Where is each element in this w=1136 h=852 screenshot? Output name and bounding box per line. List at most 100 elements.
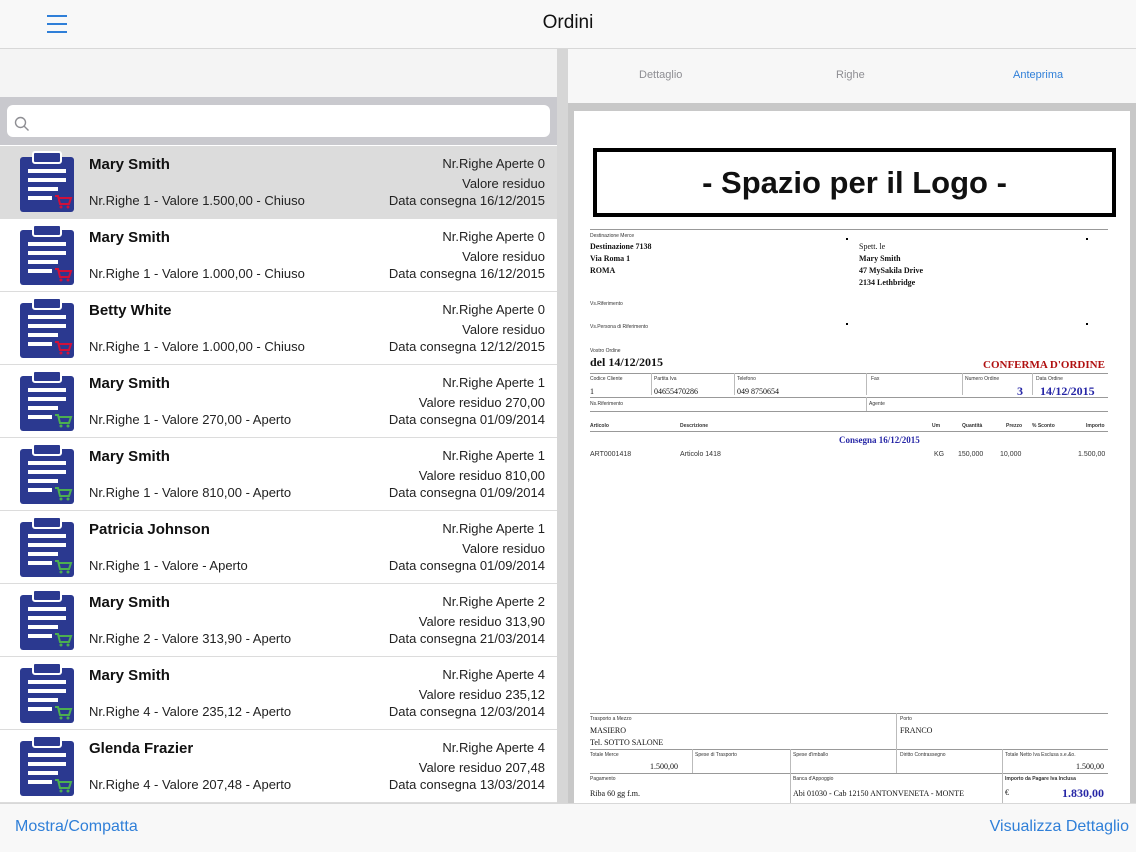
line-descrizione: Articolo 1418 xyxy=(680,451,721,458)
tab-anteprima[interactable]: Anteprima xyxy=(1013,69,1063,81)
diritto-label: Diritto Contrassegno xyxy=(900,752,946,758)
col-descrizione: Descrizione xyxy=(680,423,709,429)
trasporto: MASIERO xyxy=(590,726,627,735)
order-summary: Nr.Righe 1 - Valore - Aperto xyxy=(89,558,248,573)
h-piva: Partita Iva xyxy=(654,376,677,382)
totale-merce: 1.500,00 xyxy=(650,762,678,771)
totale-merce-label: Totale Merce xyxy=(590,752,619,758)
clipboard-order-icon xyxy=(20,370,74,431)
importo-label: Importo da Pagare Iva Inclusa xyxy=(1005,776,1076,782)
delivery-date: Data consegna 01/09/2014 xyxy=(388,412,545,427)
h-telefono: Telefono xyxy=(737,376,756,382)
col-prezzo: Prezzo xyxy=(1006,423,1023,429)
order-row[interactable]: Mary Smith Nr.Righe 1 - Valore 1.500,00 … xyxy=(0,146,557,219)
dest-label: Destinazione Merce xyxy=(590,233,635,239)
h-data: Data Ordine xyxy=(1036,376,1063,382)
dest-name: Destinazione 7138 xyxy=(590,242,652,251)
order-row[interactable]: Mary Smith Nr.Righe 4 - Valore 235,12 - … xyxy=(0,657,557,730)
dest-city: ROMA xyxy=(590,266,616,275)
order-list: Mary Smith Nr.Righe 1 - Valore 1.500,00 … xyxy=(0,146,557,803)
order-summary: Nr.Righe 1 - Valore 1.500,00 - Chiuso xyxy=(89,193,305,208)
tab-dettaglio[interactable]: Dettaglio xyxy=(639,69,682,81)
search-input[interactable] xyxy=(7,105,550,137)
order-summary: Nr.Righe 2 - Valore 313,90 - Aperto xyxy=(89,631,292,646)
customer-name: Patricia Johnson xyxy=(89,521,210,538)
orders-panel: Mary Smith Nr.Righe 1 - Valore 1.500,00 … xyxy=(0,49,557,803)
open-lines: Nr.Righe Aperte 0 xyxy=(442,229,545,244)
clipboard-order-icon xyxy=(20,589,74,650)
clipboard-order-icon xyxy=(20,443,74,504)
line-um: KG xyxy=(934,451,945,458)
customer-name: Mary Smith xyxy=(89,375,170,392)
vs-riferimento: Vs.Riferimento xyxy=(590,301,623,307)
clipboard-order-icon xyxy=(20,224,74,285)
order-row[interactable]: Glenda Frazier Nr.Righe 4 - Valore 207,4… xyxy=(0,730,557,803)
tel-sotto-salone: Tel. SOTTO SALONE xyxy=(590,738,664,747)
h-codice: Codice Cliente xyxy=(590,376,623,382)
pagamento: Riba 60 gg f.m. xyxy=(590,789,640,798)
tab-righe[interactable]: Righe xyxy=(836,69,865,81)
order-row[interactable]: Mary Smith Nr.Righe 1 - Valore 1.000,00 … xyxy=(0,219,557,292)
order-document: - Spazio per il Logo - Destinazione Merc… xyxy=(574,111,1130,803)
telefono: 049 8750654 xyxy=(737,387,779,396)
ordine-date: del 14/12/2015 xyxy=(590,355,664,369)
mostra-compatta-button[interactable]: Mostra/Compatta xyxy=(15,818,138,836)
logo-placeholder: - Spazio per il Logo - xyxy=(593,148,1116,217)
open-lines: Nr.Righe Aperte 1 xyxy=(442,521,545,536)
col-articolo: Articolo xyxy=(590,423,609,429)
customer-name: Mary Smith xyxy=(89,667,170,684)
order-summary: Nr.Righe 4 - Valore 235,12 - Aperto xyxy=(89,704,292,719)
segmented-tabs: Dettaglio Righe Anteprima xyxy=(568,49,1136,103)
spett-label: Spett. le xyxy=(859,242,886,251)
importo-totale: 1.830,00 xyxy=(1062,786,1104,800)
order-row[interactable]: Mary Smith Nr.Righe 1 - Valore 270,00 - … xyxy=(0,365,557,438)
banca: Abi 01030 - Cab 12150 ANTONVENETA - MONT… xyxy=(793,789,964,798)
line-prezzo: 10,000 xyxy=(1000,451,1022,458)
order-summary: Nr.Righe 4 - Valore 207,48 - Aperto xyxy=(89,777,292,792)
spese-imballo-label: Spese d'imballo xyxy=(793,752,829,758)
visualizza-dettaglio-button[interactable]: Visualizza Dettaglio xyxy=(990,818,1129,836)
delivery-date: Data consegna 13/03/2014 xyxy=(388,777,545,792)
residual-value: Valore residuo 207,48 xyxy=(418,760,545,775)
vostro-ordine-label: Vostro Ordine xyxy=(590,348,621,354)
residual-value: Valore residuo 270,00 xyxy=(418,395,545,410)
line-quantita: 150,000 xyxy=(958,451,984,458)
delivery-date: Data consegna 21/03/2014 xyxy=(388,631,545,646)
clipboard-order-icon xyxy=(20,516,74,577)
trasporto-label: Trasporto a Mezzo xyxy=(590,716,632,722)
spese-trasporto-label: Spese di Trasporto xyxy=(695,752,737,758)
order-row[interactable]: Mary Smith Nr.Righe 1 - Valore 810,00 - … xyxy=(0,438,557,511)
agente: Agente xyxy=(869,401,885,407)
open-lines: Nr.Righe Aperte 2 xyxy=(442,594,545,609)
delivery-date: Data consegna 16/12/2015 xyxy=(388,193,545,208)
open-lines: Nr.Righe Aperte 4 xyxy=(442,740,545,755)
bottom-toolbar: Mostra/Compatta Visualizza Dettaglio xyxy=(0,803,1136,852)
residual-value: Valore residuo 235,12 xyxy=(418,687,545,702)
delivery-date: Data consegna 01/09/2014 xyxy=(388,558,545,573)
order-row[interactable]: Patricia Johnson Nr.Righe 1 - Valore - A… xyxy=(0,511,557,584)
delivery-date: Data consegna 12/03/2014 xyxy=(388,704,545,719)
order-row[interactable]: Mary Smith Nr.Righe 2 - Valore 313,90 - … xyxy=(0,584,557,657)
residual-value: Valore residuo xyxy=(462,541,545,556)
preview-area[interactable]: - Spazio per il Logo - Destinazione Merc… xyxy=(568,103,1136,803)
customer-name: Mary Smith xyxy=(89,594,170,611)
order-row[interactable]: Betty White Nr.Righe 1 - Valore 1.000,00… xyxy=(0,292,557,365)
col-importo: Importo xyxy=(1086,423,1105,429)
detail-panel: Dettaglio Righe Anteprima - Spazio per i… xyxy=(568,49,1136,803)
porto-label: Porto xyxy=(900,716,912,722)
residual-value: Valore residuo xyxy=(462,322,545,337)
porto: FRANCO xyxy=(900,726,933,735)
clipboard-order-icon xyxy=(20,297,74,358)
customer-street: 47 MySakila Drive xyxy=(859,266,923,275)
residual-value: Valore residuo xyxy=(462,249,545,264)
split-divider[interactable] xyxy=(557,49,568,803)
delivery-date: Data consegna 16/12/2015 xyxy=(388,266,545,281)
line-articolo: ART0001418 xyxy=(590,451,632,458)
customer-city: 2134 Lethbridge xyxy=(859,278,916,287)
h-fax: Fax xyxy=(871,376,880,382)
delivery-date: Data consegna 12/12/2015 xyxy=(388,339,545,354)
col-um: Um xyxy=(932,423,941,429)
delivery-date: Data consegna 01/09/2014 xyxy=(388,485,545,500)
open-lines: Nr.Righe Aperte 0 xyxy=(442,156,545,171)
open-lines: Nr.Righe Aperte 0 xyxy=(442,302,545,317)
